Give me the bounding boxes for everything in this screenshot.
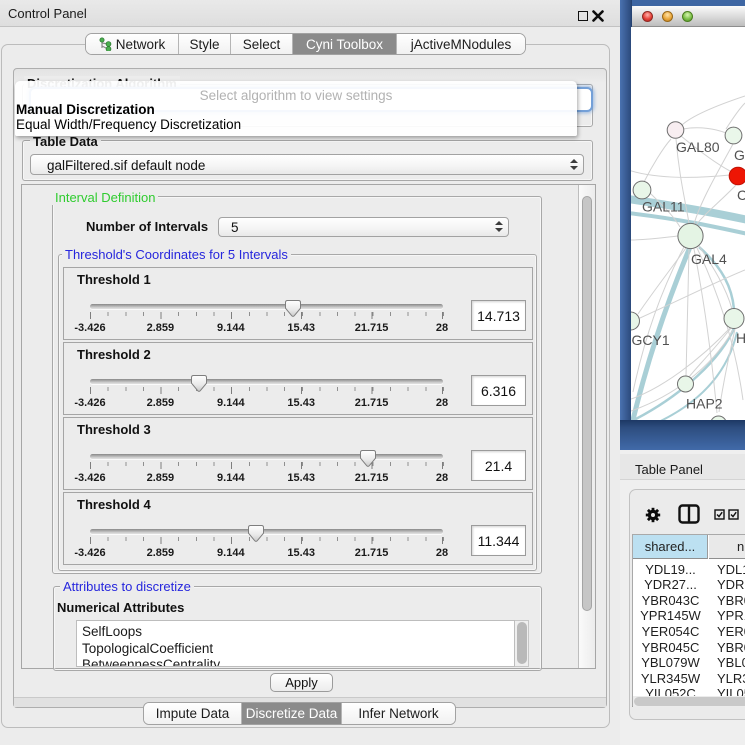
svg-text:GAL4: GAL4: [691, 251, 727, 267]
svg-text:HAP2: HAP2: [686, 396, 723, 412]
svg-text:GCY1: GCY1: [632, 332, 670, 348]
svg-text:GAL80: GAL80: [676, 139, 720, 155]
svg-text:GAL11: GAL11: [642, 199, 685, 215]
svg-text:CYC: CYC: [737, 187, 745, 203]
svg-text:HI: HI: [736, 330, 745, 346]
svg-text:GAL: GAL: [734, 147, 745, 163]
